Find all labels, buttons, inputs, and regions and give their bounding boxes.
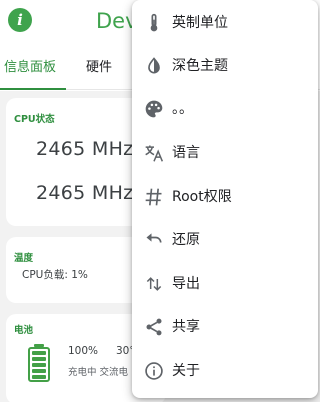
- cpu-load-text: CPU负载: 1%: [22, 269, 88, 281]
- menu-item-color[interactable]: 。。: [132, 88, 318, 131]
- menu-item-imperial-units[interactable]: 英制单位: [132, 2, 318, 45]
- battery-icon: [28, 344, 50, 382]
- battery-status: 充电中 交流电: [68, 367, 129, 378]
- menu-item-restore[interactable]: 还原: [132, 219, 318, 262]
- menu-label-share: 共享: [172, 319, 200, 335]
- contrast-icon: [148, 57, 160, 74]
- menu-item-root[interactable]: Root权限: [132, 176, 318, 219]
- menu-label-root: Root权限: [172, 189, 232, 205]
- swap-vert-icon: [146, 277, 162, 291]
- menu-item-dark-theme[interactable]: 深色主题: [132, 45, 318, 88]
- hash-icon: [145, 188, 162, 206]
- info-icon[interactable]: i: [8, 8, 32, 32]
- overflow-menu: 英制单位 深色主题 。。 语言 Root权限 还原 导出 共享 关于: [132, 0, 318, 398]
- menu-label-language: 语言: [172, 145, 200, 161]
- temperature-card-title: 温度: [14, 253, 34, 264]
- menu-label-color: 。。: [172, 101, 193, 117]
- menu-item-export[interactable]: 导出: [132, 263, 318, 306]
- tab-info-panel[interactable]: 信息面板: [4, 59, 56, 77]
- cpu-frequency-2: 2465 MHz: [36, 182, 134, 204]
- menu-item-share[interactable]: 共享: [132, 306, 318, 349]
- menu-item-about[interactable]: 关于: [132, 350, 318, 393]
- tab-indicator: [0, 88, 66, 90]
- thermometer-icon: [150, 13, 158, 32]
- battery-level: 100%: [68, 345, 99, 357]
- menu-label-dark-theme: 深色主题: [172, 58, 228, 74]
- menu-label-imperial-units: 英制单位: [172, 15, 228, 31]
- palette-icon: [145, 100, 163, 118]
- tab-hardware[interactable]: 硬件: [86, 59, 112, 77]
- share-icon: [146, 318, 162, 336]
- menu-label-restore: 还原: [172, 232, 200, 248]
- undo-icon: [146, 233, 162, 243]
- menu-label-export: 导出: [172, 276, 200, 292]
- menu-item-language[interactable]: 语言: [132, 132, 318, 175]
- battery-card-title: 电池: [14, 325, 34, 336]
- info-outline-icon: [145, 362, 163, 380]
- translate-icon: [145, 145, 164, 162]
- menu-label-about: 关于: [172, 363, 200, 379]
- cpu-card-title: CPU状态: [14, 114, 55, 125]
- cpu-frequency-1: 2465 MHz: [36, 138, 134, 160]
